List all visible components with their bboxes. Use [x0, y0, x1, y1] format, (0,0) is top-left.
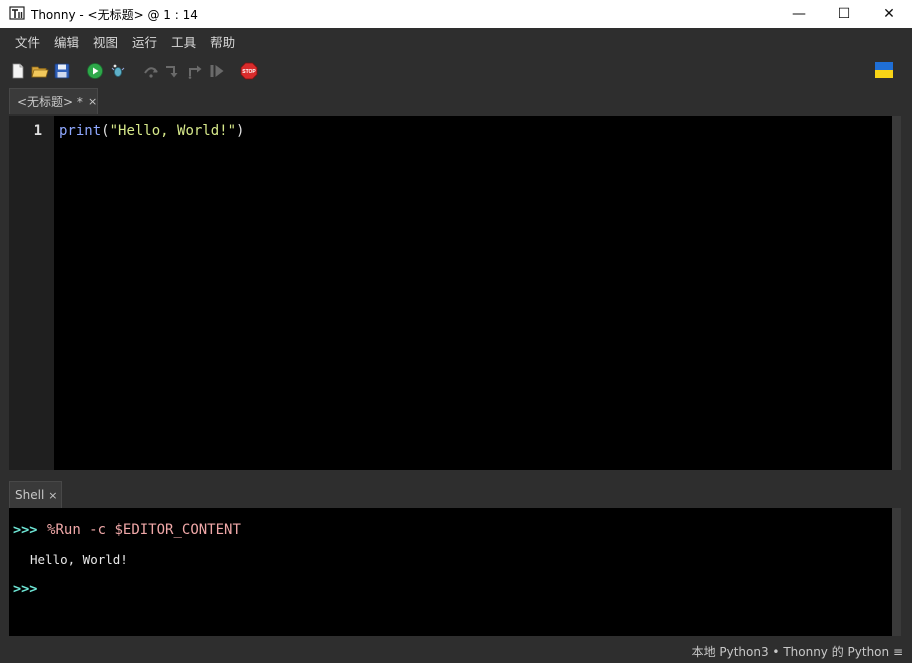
line-number: 1 — [33, 123, 42, 139]
stop-label: STOP — [242, 69, 256, 75]
paren-token: ( — [101, 123, 110, 139]
new-file-icon[interactable] — [9, 62, 27, 80]
open-file-icon[interactable] — [31, 62, 49, 80]
menu-view[interactable]: 视图 — [93, 32, 118, 51]
menu-help[interactable]: 帮助 — [210, 32, 235, 51]
line-number-gutter: 1 — [9, 116, 54, 470]
run-icon[interactable] — [86, 62, 104, 80]
shell-command-line: >>> %Run -c $EDITOR_CONTENT — [13, 519, 241, 538]
title-bar: Thonny - <无标题> @ 1 : 14 — ☐ ✕ — [0, 0, 912, 28]
tab-close-icon[interactable]: × — [88, 95, 97, 108]
minimize-button[interactable]: — — [776, 0, 822, 28]
step-into-icon[interactable] — [164, 62, 182, 80]
shell-tab-label: Shell — [15, 488, 45, 502]
step-out-icon[interactable] — [186, 62, 204, 80]
editor-scrollbar[interactable] — [892, 116, 901, 470]
shell-input-line[interactable]: >>> — [13, 578, 37, 597]
debug-icon[interactable] — [109, 62, 127, 80]
shell-command: %Run -c $EDITOR_CONTENT — [47, 522, 241, 538]
step-over-icon[interactable] — [142, 62, 160, 80]
window-title: Thonny - <无标题> @ 1 : 14 — [31, 8, 198, 22]
save-icon[interactable] — [53, 62, 71, 80]
code-editor[interactable]: print("Hello, World!") — [54, 116, 892, 470]
shell-prompt: >>> — [13, 581, 38, 597]
interpreter-status[interactable]: 本地 Python3 • Thonny 的 Python ≡ — [692, 643, 903, 660]
shell-output-line: Hello, World! — [30, 549, 128, 568]
thonny-window: Thonny - <无标题> @ 1 : 14 — ☐ ✕ 文件 编辑 视图 运… — [0, 0, 912, 663]
shell-console[interactable]: >>> %Run -c $EDITOR_CONTENT Hello, World… — [9, 508, 892, 636]
menu-edit[interactable]: 编辑 — [54, 32, 79, 51]
builtin-token: print — [59, 123, 102, 139]
maximize-button[interactable]: ☐ — [821, 0, 867, 28]
resume-icon[interactable] — [208, 62, 226, 80]
tab-shell[interactable]: Shell × — [9, 481, 62, 508]
toolbar: STOP — [0, 56, 912, 86]
shell-scrollbar[interactable] — [892, 508, 901, 636]
paren-token: ) — [236, 123, 245, 139]
menu-tools[interactable]: 工具 — [171, 32, 196, 51]
close-button[interactable]: ✕ — [866, 0, 912, 28]
editor-tab-bar: <无标题> * × — [0, 86, 912, 116]
shell-output: Hello, World! — [30, 552, 128, 567]
code-line: print("Hello, World!") — [59, 123, 244, 139]
maximize-icon: ☐ — [837, 6, 851, 22]
string-token: "Hello, World!" — [109, 123, 237, 139]
menu-run[interactable]: 运行 — [132, 32, 157, 51]
close-icon: ✕ — [883, 6, 895, 22]
shell-tab-close-icon[interactable]: × — [48, 489, 57, 502]
menu-file[interactable]: 文件 — [15, 32, 40, 51]
minimize-icon: — — [792, 6, 806, 22]
thonny-app-icon — [9, 6, 25, 20]
ukraine-flag-icon[interactable] — [875, 62, 893, 78]
tab-label: <无标题> * — [17, 95, 83, 109]
menu-bar: 文件 编辑 视图 运行 工具 帮助 — [0, 28, 912, 54]
tab-untitled[interactable]: <无标题> * × — [9, 88, 98, 114]
stop-icon[interactable]: STOP — [240, 62, 258, 80]
status-bar: 本地 Python3 • Thonny 的 Python ≡ — [0, 638, 912, 663]
shell-tab-bar: Shell × — [0, 478, 912, 508]
shell-prompt: >>> — [13, 522, 38, 538]
